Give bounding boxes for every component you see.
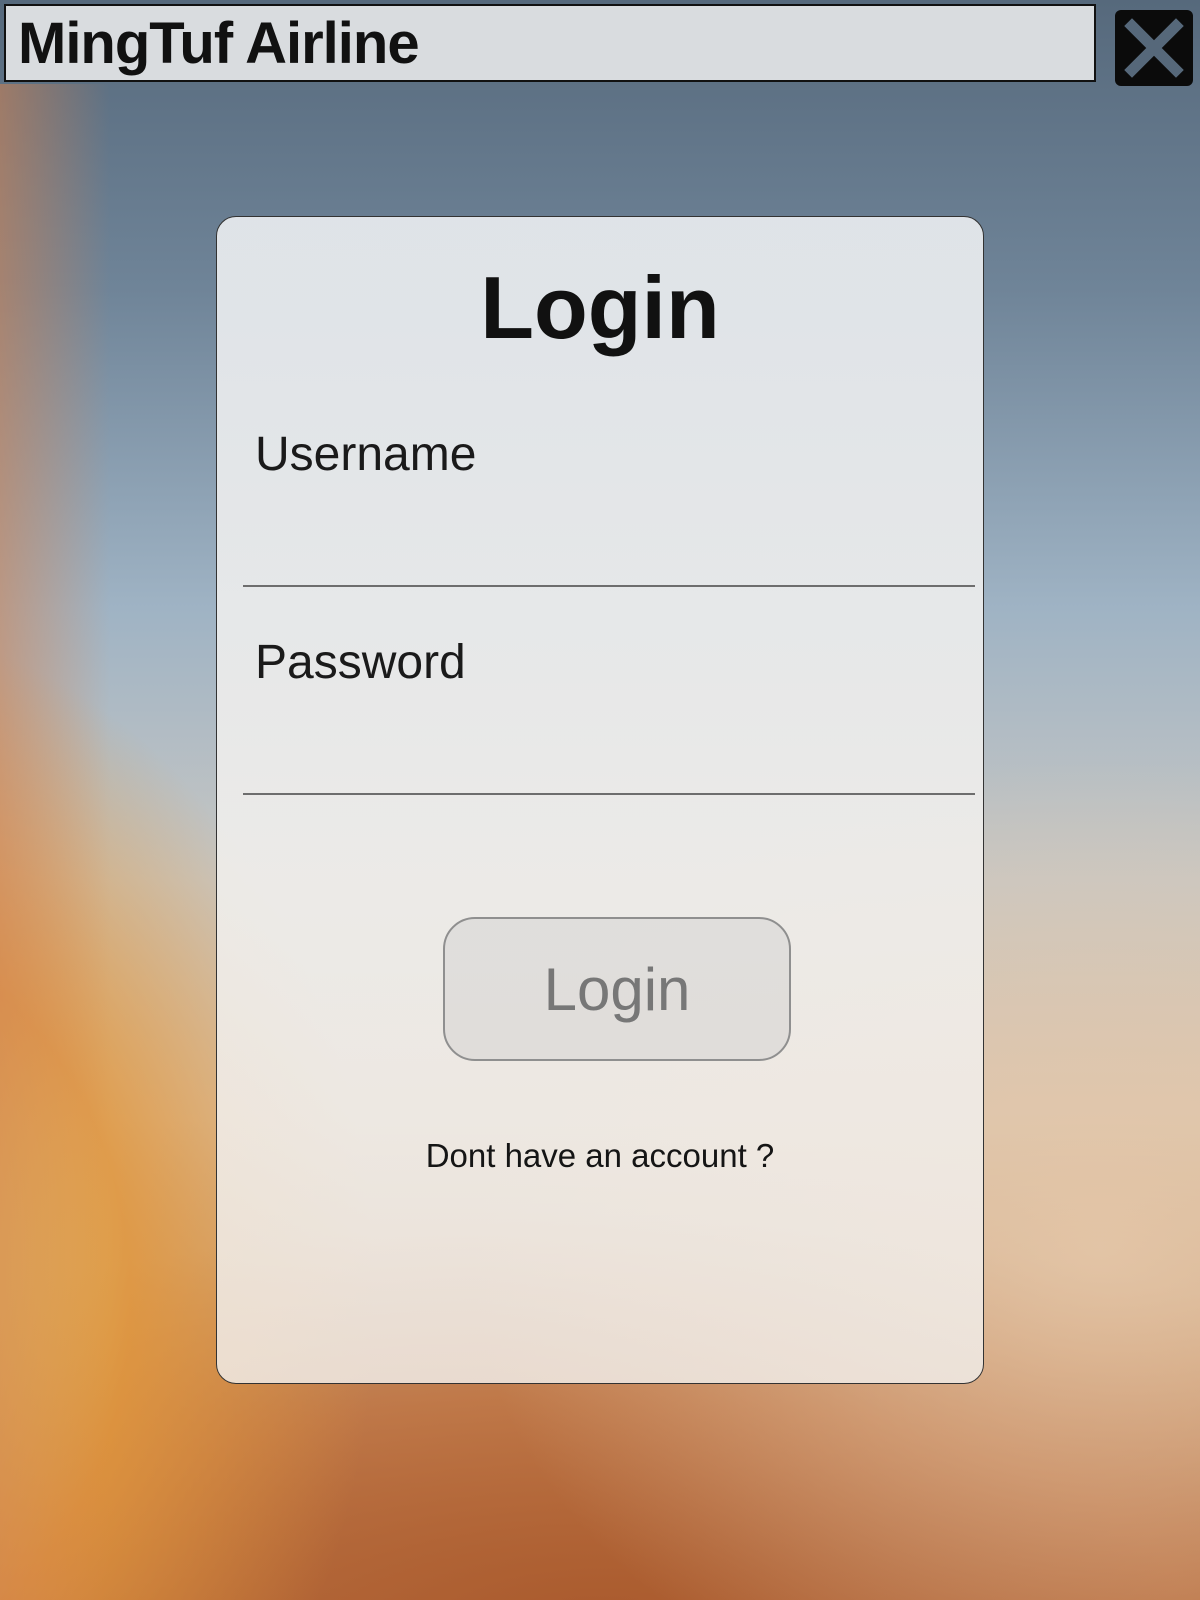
login-button[interactable]: Login [443, 917, 791, 1061]
login-heading: Login [480, 258, 720, 357]
app-title: MingTuf Airline [18, 11, 420, 76]
password-label: Password [255, 636, 466, 689]
username-input[interactable] [243, 513, 975, 587]
close-button[interactable] [1115, 10, 1193, 86]
signup-link[interactable]: Dont have an account ? [217, 1137, 983, 1175]
title-bar: MingTuf Airline [4, 4, 1096, 82]
login-card: Login Username Password Login Dont have … [216, 216, 984, 1384]
username-label: Username [255, 428, 477, 481]
close-icon [1124, 18, 1184, 78]
password-input[interactable] [243, 721, 975, 795]
background-window-frame [0, 84, 110, 1600]
